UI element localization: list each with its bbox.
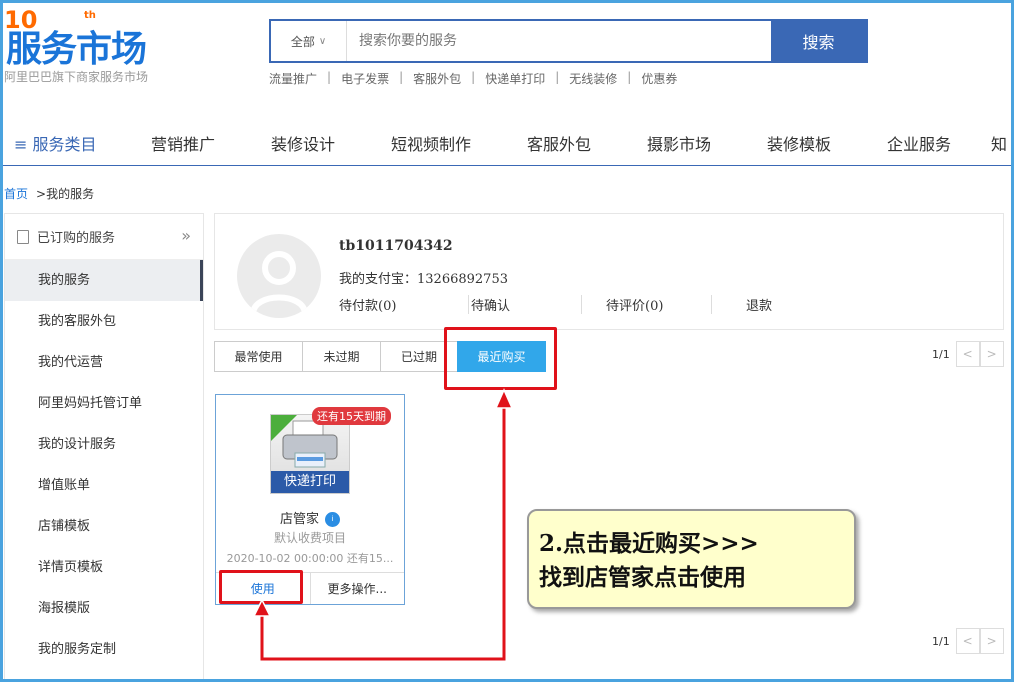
hot-link[interactable]: 流量推广 [269, 70, 317, 87]
sidebar-item[interactable]: 详情页模板 [5, 547, 203, 588]
highlight-box-tab [444, 327, 557, 390]
search-bar: 全部 ∨ 搜索 [269, 19, 868, 63]
separator: | [327, 70, 332, 84]
info-icon[interactable]: i [325, 512, 340, 527]
nav-item-categories[interactable]: ≡ 服务类目 [14, 131, 151, 161]
sidebar-item[interactable]: 海报模版 [5, 588, 203, 629]
document-icon [17, 229, 29, 244]
separator: | [399, 70, 404, 84]
tab-frequent[interactable]: 最常使用 [214, 341, 303, 372]
stat-pending-review[interactable]: 待评价(0) [582, 295, 712, 314]
hot-link[interactable]: 快递单打印 [485, 70, 545, 87]
prev-page-button[interactable]: < [955, 628, 980, 654]
sidebar-item[interactable]: 我的设计服务 [5, 424, 203, 465]
sidebar-item[interactable]: 我的客服外包 [5, 301, 203, 342]
stat-pending-confirm[interactable]: 待确认 [469, 295, 582, 314]
sidebar-header[interactable]: 已订购的服务 » [5, 214, 203, 260]
hot-link[interactable]: 优惠券 [641, 70, 677, 87]
breadcrumb-current: >我的服务 [36, 187, 95, 201]
hot-links: 流量推广 | 电子发票 | 客服外包 | 快递单打印 | 无线装修 | 优惠券 [269, 70, 677, 87]
annotation-line: 2.点击最近购买>>> [539, 530, 759, 557]
search-input[interactable] [347, 21, 771, 61]
nav-item[interactable]: 装修模板 [767, 131, 887, 161]
hot-link[interactable]: 无线装修 [569, 70, 617, 87]
service-date: 2020-10-02 00:00:00 还有15... [226, 552, 394, 565]
printer-icon [282, 420, 338, 468]
search-category-label: 全部 [290, 34, 315, 49]
user-info-card: tb1011704342 我的支付宝：13266892753 待付款(0) 待确… [214, 213, 1004, 330]
pagination-bottom: 1/1 < > [932, 628, 1004, 654]
next-page-button[interactable]: > [979, 341, 1004, 367]
user-placeholder-icon [250, 251, 308, 315]
logo-subtitle: 阿里巴巴旗下商家服务市场 [4, 70, 149, 84]
more-actions-button[interactable]: 更多操作... [311, 573, 405, 604]
tab-unexpired[interactable]: 未过期 [302, 341, 381, 372]
site-logo[interactable]: 10 th 服务市场 阿里巴巴旗下商家服务市场 [4, 6, 184, 88]
service-name-row: 店管家 i [216, 508, 404, 527]
search-button[interactable]: 搜索 [771, 21, 866, 61]
sidebar-item[interactable]: 阿里妈妈托管订单 [5, 383, 203, 424]
breadcrumb-home[interactable]: 首页 [4, 185, 28, 202]
separator: | [471, 70, 476, 84]
separator: | [627, 70, 632, 84]
search-category-select[interactable]: 全部 ∨ [271, 21, 347, 61]
service-icon-label: 快递打印 [271, 471, 349, 493]
nav-item[interactable]: 知 [991, 131, 1011, 161]
hot-link[interactable]: 电子发票 [341, 70, 389, 87]
sidebar: 已订购的服务 » 我的服务 我的客服外包 我的代运营 阿里妈妈托管订单 我的设计… [4, 213, 204, 682]
page-indicator: 1/1 [932, 634, 950, 648]
nav-item[interactable]: 客服外包 [527, 131, 647, 161]
service-name[interactable]: 店管家 [280, 512, 319, 527]
alipay-account: 我的支付宝：13266892753 [339, 272, 508, 287]
expiry-badge: 还有15天到期 [312, 407, 391, 425]
sidebar-item[interactable]: 我的服务定制 [5, 629, 203, 670]
avatar [237, 234, 321, 318]
nav-item[interactable]: 营销推广 [151, 131, 271, 161]
chevron-down-icon: ∨ [318, 35, 327, 47]
annotation-note: 2.点击最近购买>>> 找到店管家点击使用 [527, 509, 856, 609]
breadcrumb: 首页 >我的服务 [4, 185, 94, 202]
nav-item[interactable]: 摄影市场 [647, 131, 767, 161]
nav-divider [0, 165, 1014, 166]
nav-item[interactable]: 企业服务 [887, 131, 991, 161]
sidebar-item[interactable]: 我的代运营 [5, 342, 203, 383]
username: tb1011704342 [339, 238, 453, 254]
double-chevron-icon[interactable]: » [181, 226, 191, 245]
sidebar-item-my-services[interactable]: 我的服务 [5, 260, 203, 301]
nav-item[interactable]: 短视频制作 [391, 131, 527, 161]
stat-refund[interactable]: 退款 [712, 295, 772, 314]
sidebar-item[interactable]: 店铺模板 [5, 506, 203, 547]
hot-link[interactable]: 客服外包 [413, 70, 461, 87]
annotation-line: 找到店管家点击使用 [539, 564, 746, 591]
sidebar-header-label: 已订购的服务 [37, 231, 116, 246]
main-nav: ≡ 服务类目 营销推广 装修设计 短视频制作 客服外包 摄影市场 装修模板 企业… [14, 131, 1014, 161]
next-page-button[interactable]: > [979, 628, 1004, 654]
pagination-top: 1/1 < > [932, 341, 1004, 367]
stat-pending-payment[interactable]: 待付款(0) [339, 295, 469, 314]
prev-page-button[interactable]: < [955, 341, 980, 367]
page-indicator: 1/1 [932, 347, 950, 361]
separator: | [555, 70, 560, 84]
service-icon: 快递打印 [270, 414, 350, 494]
sidebar-item[interactable]: 增值账单 [5, 465, 203, 506]
nav-item[interactable]: 装修设计 [271, 131, 391, 161]
logo-title: 服务市场 [6, 29, 147, 70]
service-plan: 默认收费项目 [273, 531, 346, 545]
order-stats: 待付款(0) 待确认 待评价(0) 退款 [339, 295, 772, 314]
highlight-box-use [219, 570, 303, 604]
